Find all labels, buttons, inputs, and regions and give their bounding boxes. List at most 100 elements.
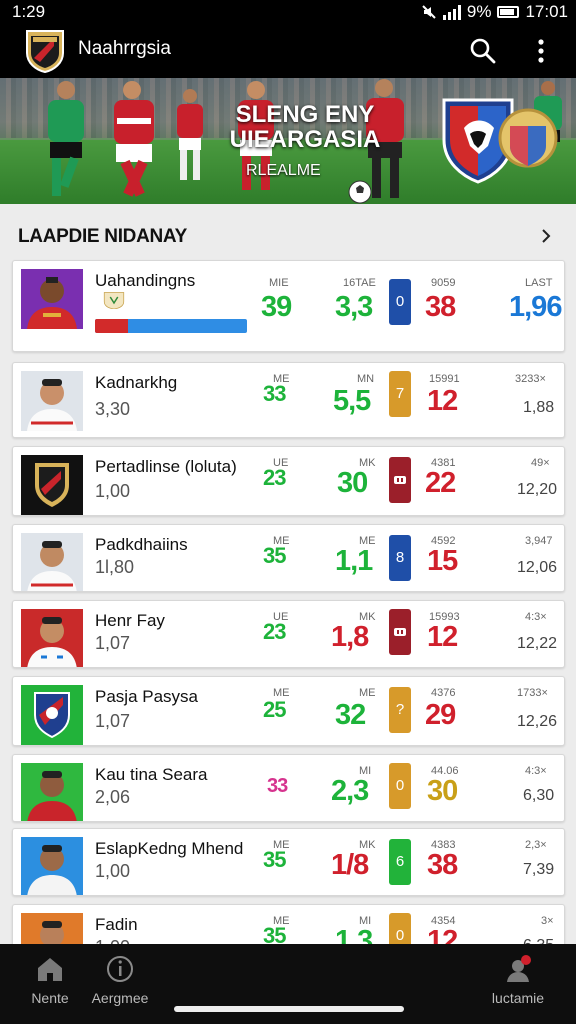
stat-label-4: 1733× <box>517 687 548 699</box>
player-rating: 1,07 <box>95 633 131 653</box>
stat-value-4: 1,88 <box>523 399 555 416</box>
nav-info-label: Aergmee <box>91 990 149 1006</box>
stat-value-2: 1,8 <box>331 621 369 653</box>
avatar <box>21 763 83 821</box>
chevron-right-icon[interactable] <box>536 226 556 246</box>
avatar <box>21 455 83 515</box>
number-badge <box>389 457 411 503</box>
list-item[interactable]: Kadnarkhg 3,30 ME 33 MN 5,5 7 15991 12 3… <box>12 362 565 438</box>
avatar <box>21 685 83 745</box>
list-item[interactable]: Pasja Pasysa 1,07 ME 25 ME 32 ? 4376 29 … <box>12 676 565 746</box>
club-logo-icon[interactable] <box>24 28 66 74</box>
stat-value-3: 38 <box>425 291 456 323</box>
list-item[interactable]: Henr Fay 1,07 UE 23 MK 1,8 15993 12 4:3×… <box>12 600 565 668</box>
app-bar: Naahrrgsia <box>0 26 576 78</box>
stat-value-3: 12 <box>427 385 458 417</box>
stat-label-4: 3,947 <box>525 535 553 547</box>
stat-value-4: 1,96 <box>509 291 562 323</box>
avatar <box>21 269 83 329</box>
player-rating: 1,00 <box>95 481 131 501</box>
number-badge: 0 <box>389 279 411 325</box>
stat-value-3: 29 <box>425 699 456 731</box>
player-photo-icon <box>27 617 77 667</box>
stat-value-3: 30 <box>427 775 458 807</box>
player-name: Kau tina Seara <box>95 765 208 784</box>
stat-value-1: 33 <box>263 381 287 406</box>
secondary-crest-icon <box>498 108 558 168</box>
hero-banner[interactable]: SLENG ENY UIEARGASIA RLEALME <box>0 78 576 204</box>
bottom-navigation: Nente Aergmee luctamie <box>0 944 576 1024</box>
stat-label-2: 16TAE <box>343 277 376 289</box>
player-rating: 1,00 <box>95 861 131 881</box>
number-badge: 8 <box>389 535 411 581</box>
nav-info[interactable]: Aergmee <box>70 952 170 1006</box>
number-badge: ? <box>389 687 411 733</box>
player-photo-icon <box>27 379 77 431</box>
stat-label-3: 9059 <box>431 277 456 289</box>
stat-value-1: 33 <box>267 775 288 797</box>
mini-crest-icon <box>103 292 125 309</box>
stat-value-4: 12,26 <box>517 713 558 730</box>
more-options-icon[interactable] <box>526 36 556 66</box>
number-badge: 6 <box>389 839 411 885</box>
stat-value-4: 12,06 <box>517 559 558 576</box>
list-item[interactable]: Uahandingns MIE 39 16TAE 3,3 0 9059 38 L… <box>12 260 565 352</box>
nav-profile-label: luctamie <box>491 990 545 1006</box>
stat-value-1: 35 <box>263 847 287 872</box>
player-name: Pasja Pasysa <box>95 687 198 706</box>
nav-home-label: Nente <box>31 990 69 1006</box>
nav-profile[interactable]: luctamie <box>468 952 568 1006</box>
player-name: Kadnarkhg <box>95 373 178 392</box>
stat-value-2: 5,5 <box>333 385 371 417</box>
stat-label-4: 49× <box>531 457 550 469</box>
info-icon <box>107 956 133 982</box>
banner-headline: SLENG ENY UIEARGASIA <box>229 101 381 153</box>
home-icon <box>38 958 62 981</box>
stat-value-1: 35 <box>263 543 287 568</box>
stat-label-4: 4:3× <box>525 611 547 623</box>
stat-value-4: 12,22 <box>517 635 558 652</box>
player-photo-icon <box>27 277 77 329</box>
player-name: Fadin <box>95 915 138 934</box>
stat-value-2: 32 <box>335 699 366 731</box>
avatar <box>21 837 83 895</box>
stat-label-2: MN <box>357 373 375 385</box>
player-rating: 2,06 <box>95 787 131 807</box>
stat-label-4: 2,3× <box>525 839 547 851</box>
stat-label-4: 3233× <box>515 373 546 385</box>
mute-icon <box>422 5 436 19</box>
profile-icon <box>507 955 531 982</box>
avatar <box>21 609 83 667</box>
list-item[interactable]: Kau tina Seara 2,06 33 MI 2,3 0 44.06 30… <box>12 754 565 822</box>
player-photo-icon <box>27 845 77 895</box>
list-item[interactable]: Pertadlinse (loluta) 1,00 UE 23 MK 30 43… <box>12 446 565 516</box>
shield-icon <box>394 476 406 484</box>
progress-bar <box>95 319 247 333</box>
battery-icon <box>497 6 520 18</box>
shield-icon <box>394 628 406 636</box>
stat-label-3: 15991 <box>429 373 460 385</box>
stat-value-1: 39 <box>261 291 292 323</box>
search-icon[interactable] <box>468 36 498 66</box>
ball-icon <box>348 180 372 204</box>
player-name: Uahandingns <box>95 271 196 290</box>
stat-value-4: 6,30 <box>523 787 555 804</box>
player-name: EslapKedng Mhend <box>95 839 244 858</box>
stat-value-2: 30 <box>337 467 368 499</box>
home-indicator[interactable] <box>174 1006 404 1012</box>
list-item[interactable]: Padkdhaiins 1l,80 ME 35 ME 1,1 8 4592 15… <box>12 524 565 592</box>
player-name: Henr Fay <box>95 611 165 630</box>
stat-value-1: 25 <box>263 697 287 722</box>
player-photo-icon <box>27 771 77 821</box>
avatar <box>21 371 83 431</box>
player-rating: 1,07 <box>95 711 131 731</box>
banner-subtitle: RLEALME <box>246 162 321 179</box>
stat-value-2: 1/8 <box>331 849 369 881</box>
app-screen: 1:29 9% 17:01 Naahrrgsia SLENG ENY UIEAR… <box>0 0 576 1024</box>
list-item[interactable]: EslapKedng Mhend 1,00 ME 35 MK 1/8 6 438… <box>12 828 565 896</box>
stat-value-3: 38 <box>427 849 458 881</box>
player-photo-icon <box>27 541 77 591</box>
stat-label-4: 3× <box>541 915 554 927</box>
status-clock: 17:01 <box>525 2 568 21</box>
stat-label-3: 4376 <box>431 687 456 699</box>
